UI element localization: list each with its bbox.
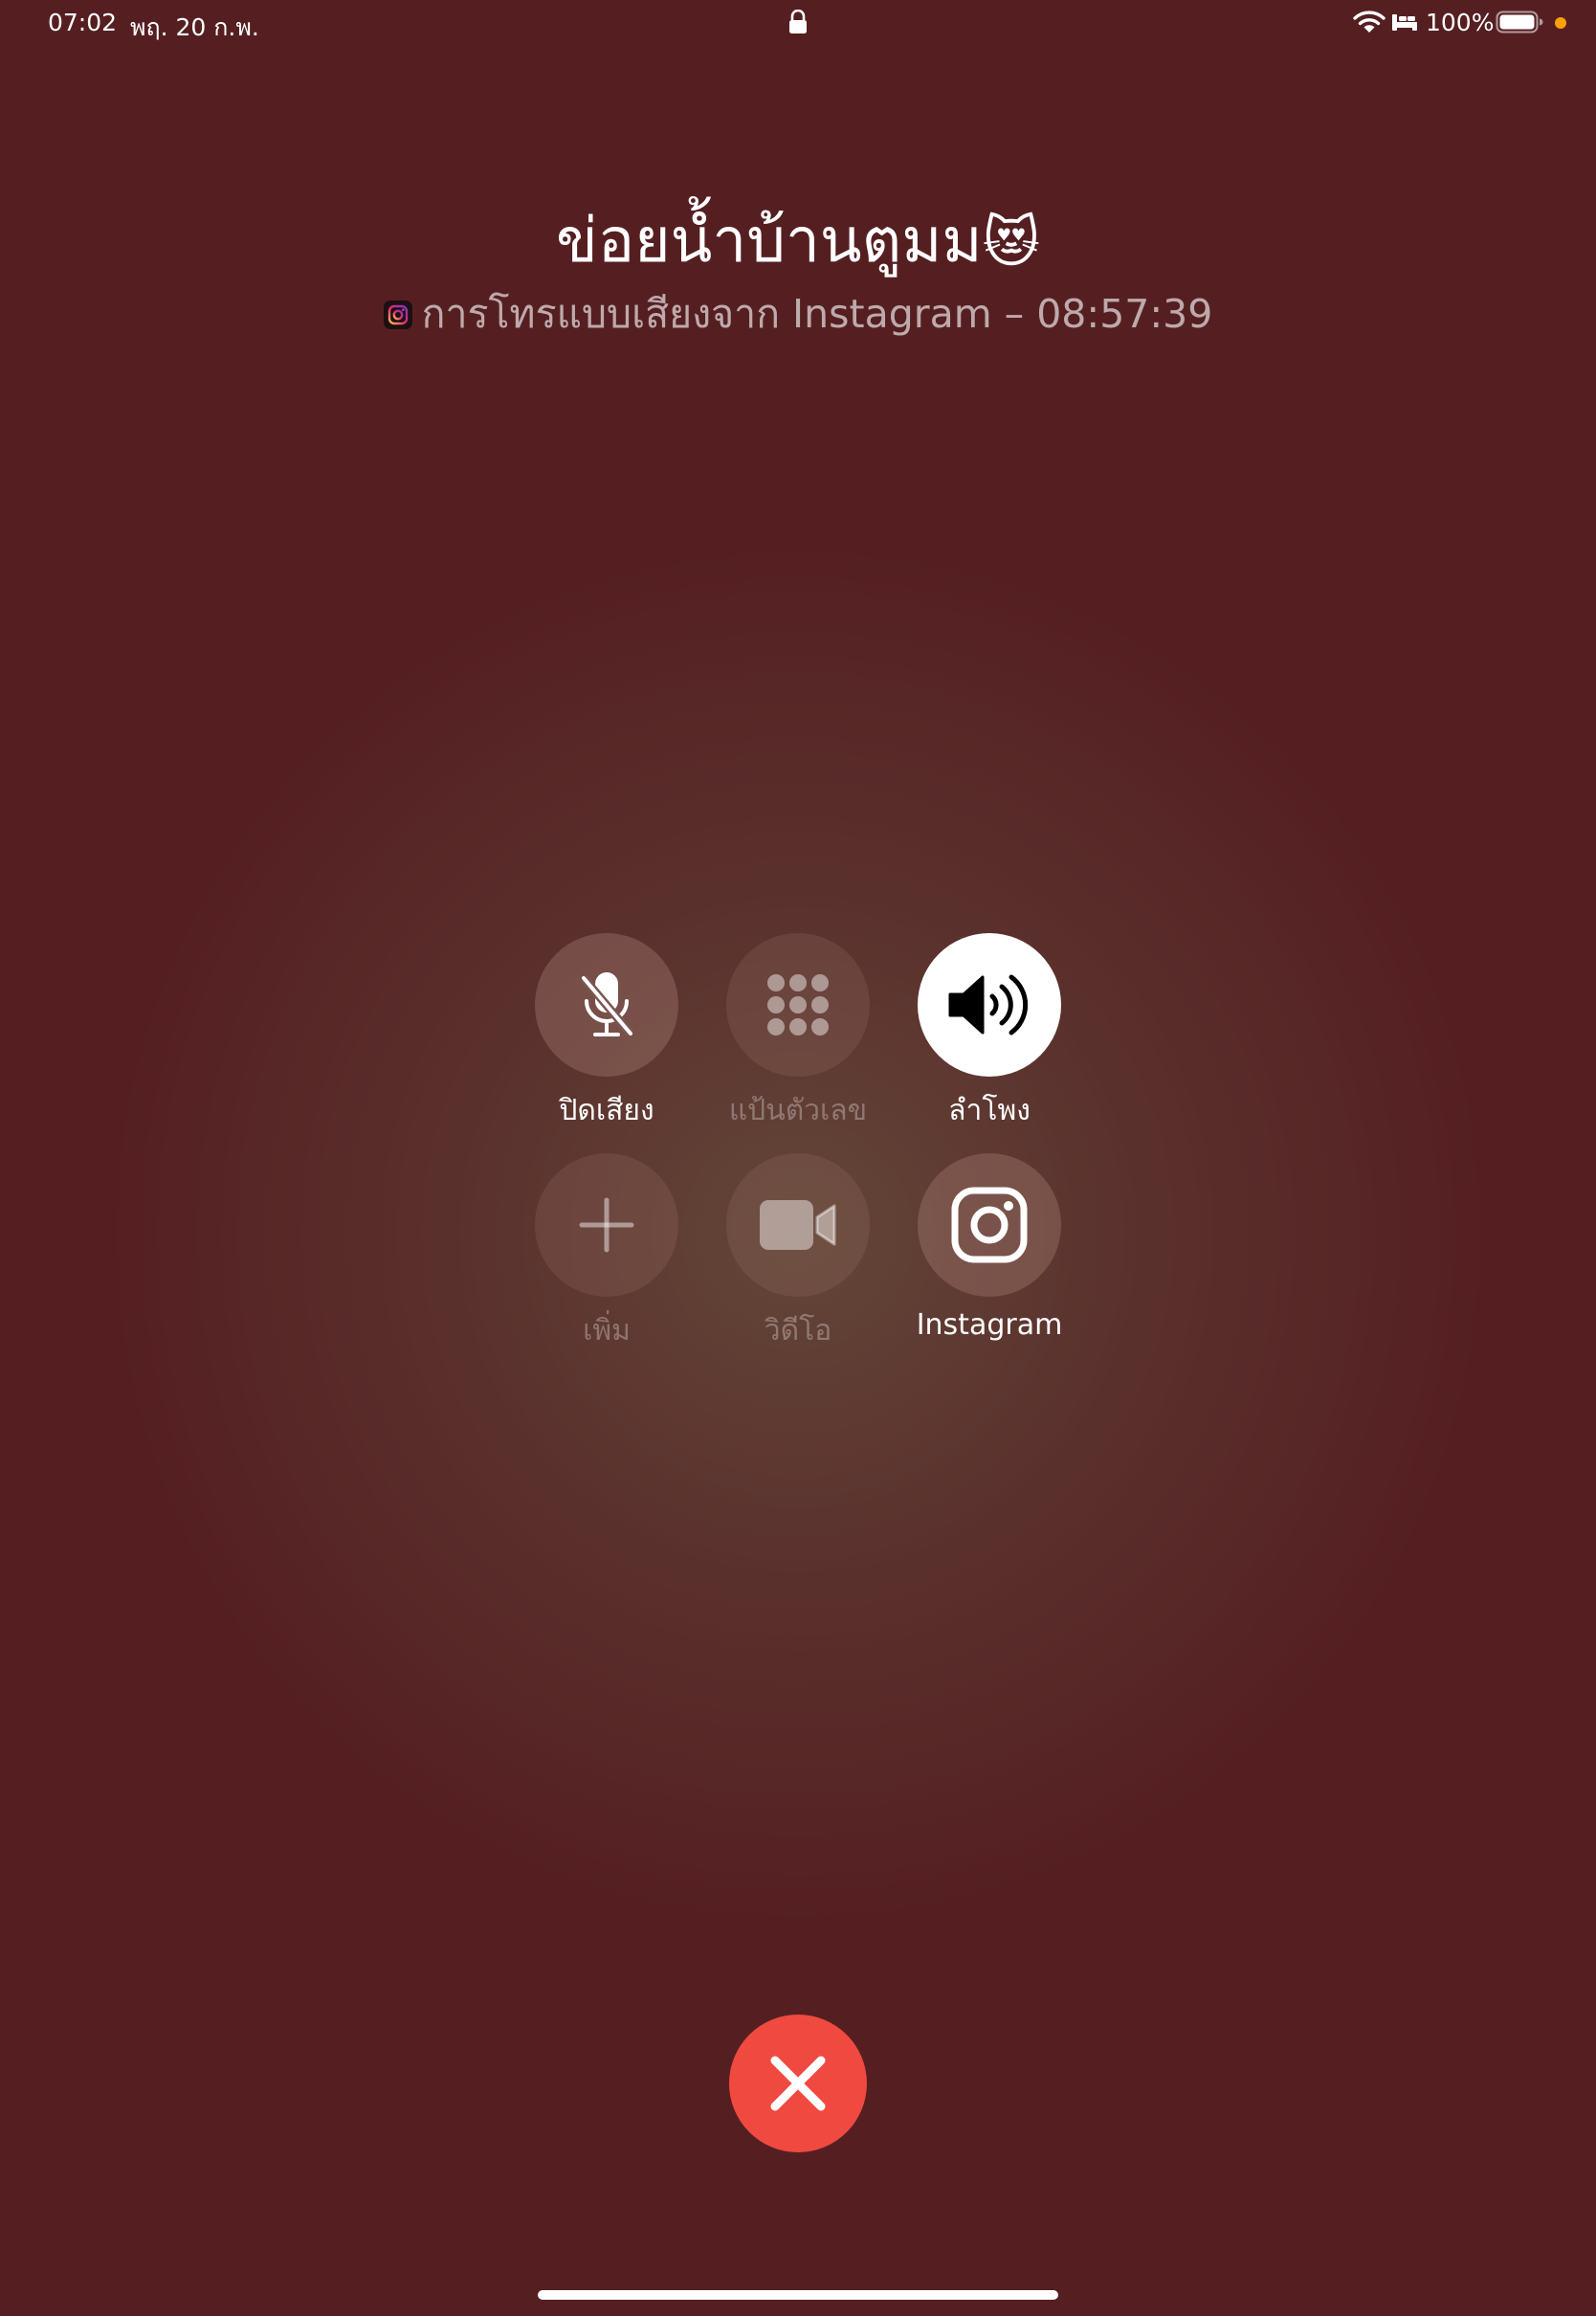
close-icon [770,2056,826,2111]
end-call-button[interactable] [729,2015,867,2152]
keypad-control[interactable]: แป้นตัวเลข [702,933,894,1133]
instagram-label: Instagram [916,1308,1063,1342]
status-date: พฤ. 20 ก.พ. [130,13,259,41]
wifi-icon [1353,11,1385,33]
caller-emoji: 😻 [982,210,1041,275]
home-indicator[interactable] [538,2290,1058,2300]
keypad-label: แป้นตัวเลข [728,1094,868,1127]
video-icon [760,1200,836,1250]
keypad-icon [767,974,829,1036]
video-button[interactable] [726,1153,870,1297]
status-bar: 07:02 พฤ. 20 ก.พ. 100% [0,0,1596,46]
bed-icon [1392,14,1417,31]
add-call-control[interactable]: เพิ่ม [511,1153,702,1353]
plus-icon [579,1197,634,1253]
speaker-icon [948,974,1029,1036]
battery-icon [1496,11,1543,33]
status-time: 07:02 [48,9,118,36]
keypad-button[interactable] [726,933,870,1077]
privacy-indicator-dot [1555,17,1566,29]
caller-name-text: ข่อยน้ำบ้านตูมม [555,206,983,277]
video-control[interactable]: วิดีโอ [702,1153,894,1353]
mute-control[interactable]: ปิดเสียง [511,933,702,1133]
call-info: การโทรแบบเสียงจาก Instagram – 08:57:39 [0,283,1596,345]
battery-percent: 100% [1426,9,1495,36]
call-info-text: การโทรแบบเสียงจาก Instagram – 08:57:39 [421,291,1213,337]
mic-slash-icon [580,972,634,1036]
lock-icon [789,10,807,33]
speaker-label: ลำโพง [948,1094,1031,1127]
instagram-control[interactable]: Instagram [894,1153,1085,1342]
add-call-button[interactable] [535,1153,678,1297]
add-call-label: เพิ่ม [583,1314,631,1347]
instagram-button[interactable] [918,1153,1061,1297]
mute-button[interactable] [535,933,678,1077]
speaker-control[interactable]: ลำโพง [894,933,1085,1133]
mute-label: ปิดเสียง [559,1094,654,1127]
instagram-icon [951,1187,1028,1263]
caller-name: ข่อยน้ำบ้านตูมม😻 [0,191,1596,289]
video-label: วิดีโอ [764,1314,832,1347]
instagram-icon [383,293,412,329]
speaker-button[interactable] [918,933,1061,1077]
